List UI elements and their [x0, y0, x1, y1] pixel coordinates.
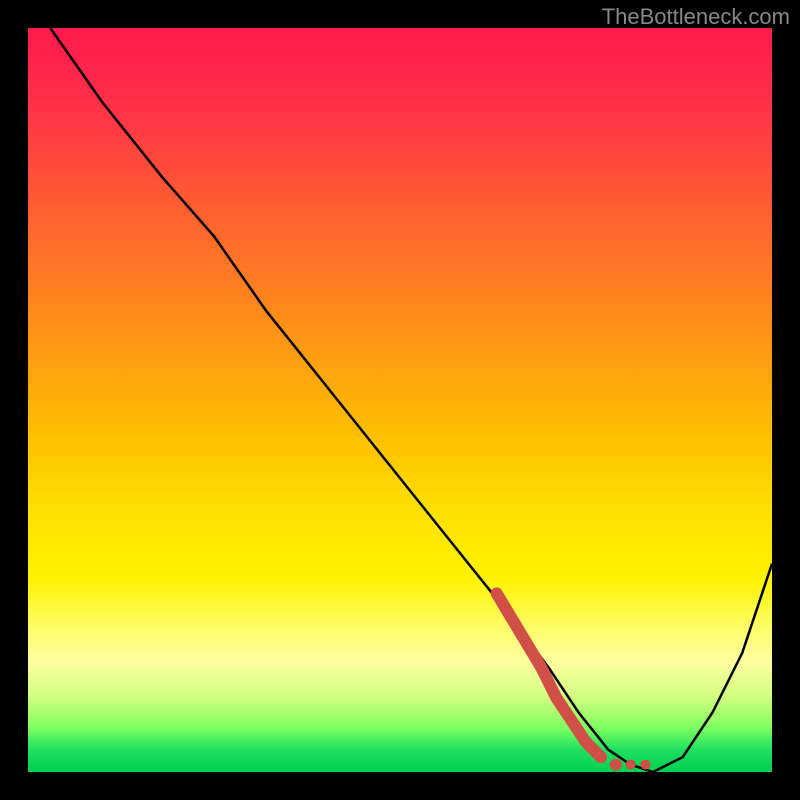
watermark-text: TheBottleneck.com: [602, 4, 790, 30]
chart-plot: [28, 28, 772, 772]
bottleneck-curve-line: [50, 28, 772, 772]
highlighted-region-line: [497, 593, 651, 770]
